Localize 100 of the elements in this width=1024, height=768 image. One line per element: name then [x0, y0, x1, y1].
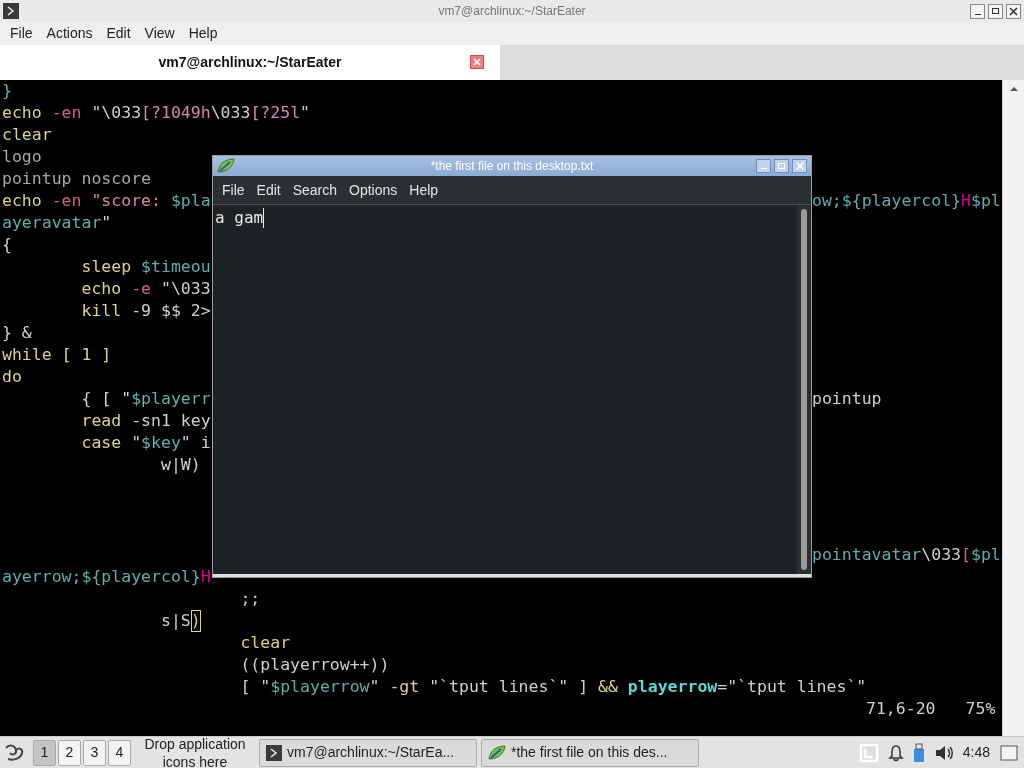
- code-text: read: [80, 410, 122, 432]
- code-text: "\033: [90, 102, 142, 124]
- code-text: } &: [2, 322, 32, 344]
- code-text: pointup noscore: [2, 168, 151, 190]
- menu-item[interactable]: Actions: [39, 23, 100, 44]
- code-text: { [ ": [80, 388, 132, 410]
- code-text: "`tput lines`": [429, 676, 569, 698]
- text-area[interactable]: a gam: [213, 205, 797, 574]
- code-text: ="`tput lines`": [717, 676, 867, 698]
- code-text: "score:: [90, 190, 162, 212]
- code-text: ": [260, 676, 271, 698]
- code-text: ayerrow;${playercol}: [2, 566, 201, 588]
- menu-item[interactable]: Options: [343, 179, 404, 201]
- code-text: while [ 1 ]: [2, 344, 112, 366]
- code-text: ((playerrow++)): [239, 654, 390, 676]
- code-text: }: [2, 80, 12, 102]
- show-desktop-icon[interactable]: [999, 742, 1019, 763]
- code-text: -en: [50, 190, 82, 212]
- code-text: playerrow: [627, 676, 718, 698]
- scroll-percent: 75%: [965, 697, 996, 720]
- terminal-icon: [3, 3, 19, 19]
- text-cursor: [263, 208, 265, 228]
- clock[interactable]: 4:48: [962, 742, 990, 763]
- close-icon[interactable]: [470, 55, 484, 69]
- editor-title: *the first file on this desktop.txt: [430, 158, 594, 175]
- code-text: H: [961, 190, 971, 212]
- code-text: [: [961, 544, 971, 566]
- pen-icon: [488, 744, 506, 761]
- menu-item[interactable]: File: [3, 23, 40, 44]
- task-button[interactable]: vm7@archlinux:~/StarEa...: [259, 738, 477, 767]
- drop-hint: Drop application icons here: [143, 734, 247, 768]
- code-text: $key: [141, 432, 181, 454]
- code-text: pointavatar: [812, 544, 922, 566]
- code-text: H: [200, 566, 211, 588]
- menu-item[interactable]: Edit: [99, 23, 138, 44]
- code-text: ": [300, 102, 310, 124]
- code-text: pointup: [812, 388, 882, 410]
- code-text: do: [2, 366, 22, 388]
- code-text: $pla: [170, 190, 211, 212]
- window-title: vm7@archlinux:~/StarEater: [438, 3, 586, 20]
- code-text: {: [2, 234, 12, 256]
- menu-item[interactable]: File: [216, 179, 251, 201]
- close-button[interactable]: [1006, 3, 1021, 19]
- code-text: case: [80, 432, 122, 454]
- menu-item[interactable]: Help: [403, 179, 445, 201]
- bell-icon[interactable]: [887, 743, 904, 762]
- code-text: ;;: [239, 588, 261, 610]
- maximize-button[interactable]: [988, 3, 1003, 19]
- code-text: sleep: [80, 256, 132, 278]
- close-icon: [795, 162, 804, 170]
- code-text: logo: [2, 146, 42, 168]
- close-icon: [1009, 6, 1018, 16]
- scrollbar[interactable]: [1002, 80, 1024, 736]
- code-text: "\033: [159, 278, 211, 300]
- menu-item[interactable]: Help: [181, 23, 225, 44]
- code-text: $playerrow: [270, 676, 370, 698]
- terminal-tab[interactable]: vm7@archlinux:~/StarEater: [0, 45, 500, 80]
- code-text: -sn1 key: [130, 410, 211, 432]
- code-text: [: [239, 676, 252, 698]
- scrollbar[interactable]: [797, 205, 811, 574]
- code-text: echo: [2, 190, 42, 212]
- code-text: ayeravatar: [2, 212, 102, 234]
- code-text: s|S: [159, 610, 191, 632]
- menu-item[interactable]: View: [137, 23, 182, 44]
- code-text: \033: [921, 544, 962, 566]
- code-text: $pl: [970, 190, 1001, 212]
- code-text: kill: [80, 300, 122, 322]
- minimize-button[interactable]: [970, 3, 985, 19]
- code-text: ": [101, 212, 112, 234]
- code-text: echo: [80, 278, 122, 300]
- code-text: $playerr: [131, 388, 211, 410]
- code-text: w|W): [159, 454, 201, 476]
- code-text: [?25l: [250, 102, 301, 124]
- workspace-button[interactable]: 2: [58, 739, 81, 766]
- code-text: ": [130, 432, 142, 454]
- cursor-position: 71,6-20: [866, 697, 936, 720]
- code-text: echo: [2, 102, 42, 124]
- workspace-button[interactable]: 4: [108, 739, 131, 766]
- document-text: a gam: [215, 208, 264, 228]
- code-text: ] &&: [577, 676, 619, 698]
- code-text: " i: [180, 432, 211, 454]
- code-text: ow;${playercol}: [812, 190, 961, 212]
- code-text: [?1049h: [141, 102, 211, 124]
- workspace-button[interactable]: 3: [83, 739, 106, 766]
- code-text: clear: [239, 632, 291, 654]
- menu-item[interactable]: Edit: [250, 179, 287, 201]
- code-text: -e: [130, 278, 152, 300]
- menu-item[interactable]: Search: [286, 179, 344, 201]
- code-text: " -gt: [369, 676, 421, 698]
- code-text: ): [190, 610, 201, 632]
- terminal-icon: [266, 744, 282, 761]
- code-text: -en: [50, 102, 82, 124]
- code-text: clear: [2, 124, 52, 146]
- pen-icon: [217, 158, 235, 174]
- workspace-button[interactable]: 1: [33, 739, 56, 766]
- code-text: $timeou: [140, 256, 211, 278]
- task-button[interactable]: *the first file on this des...: [481, 738, 699, 767]
- code-text: -9 $$ 2>: [130, 300, 211, 322]
- scroll-thumb[interactable]: [801, 209, 807, 570]
- speaker-icon[interactable]: [933, 743, 954, 762]
